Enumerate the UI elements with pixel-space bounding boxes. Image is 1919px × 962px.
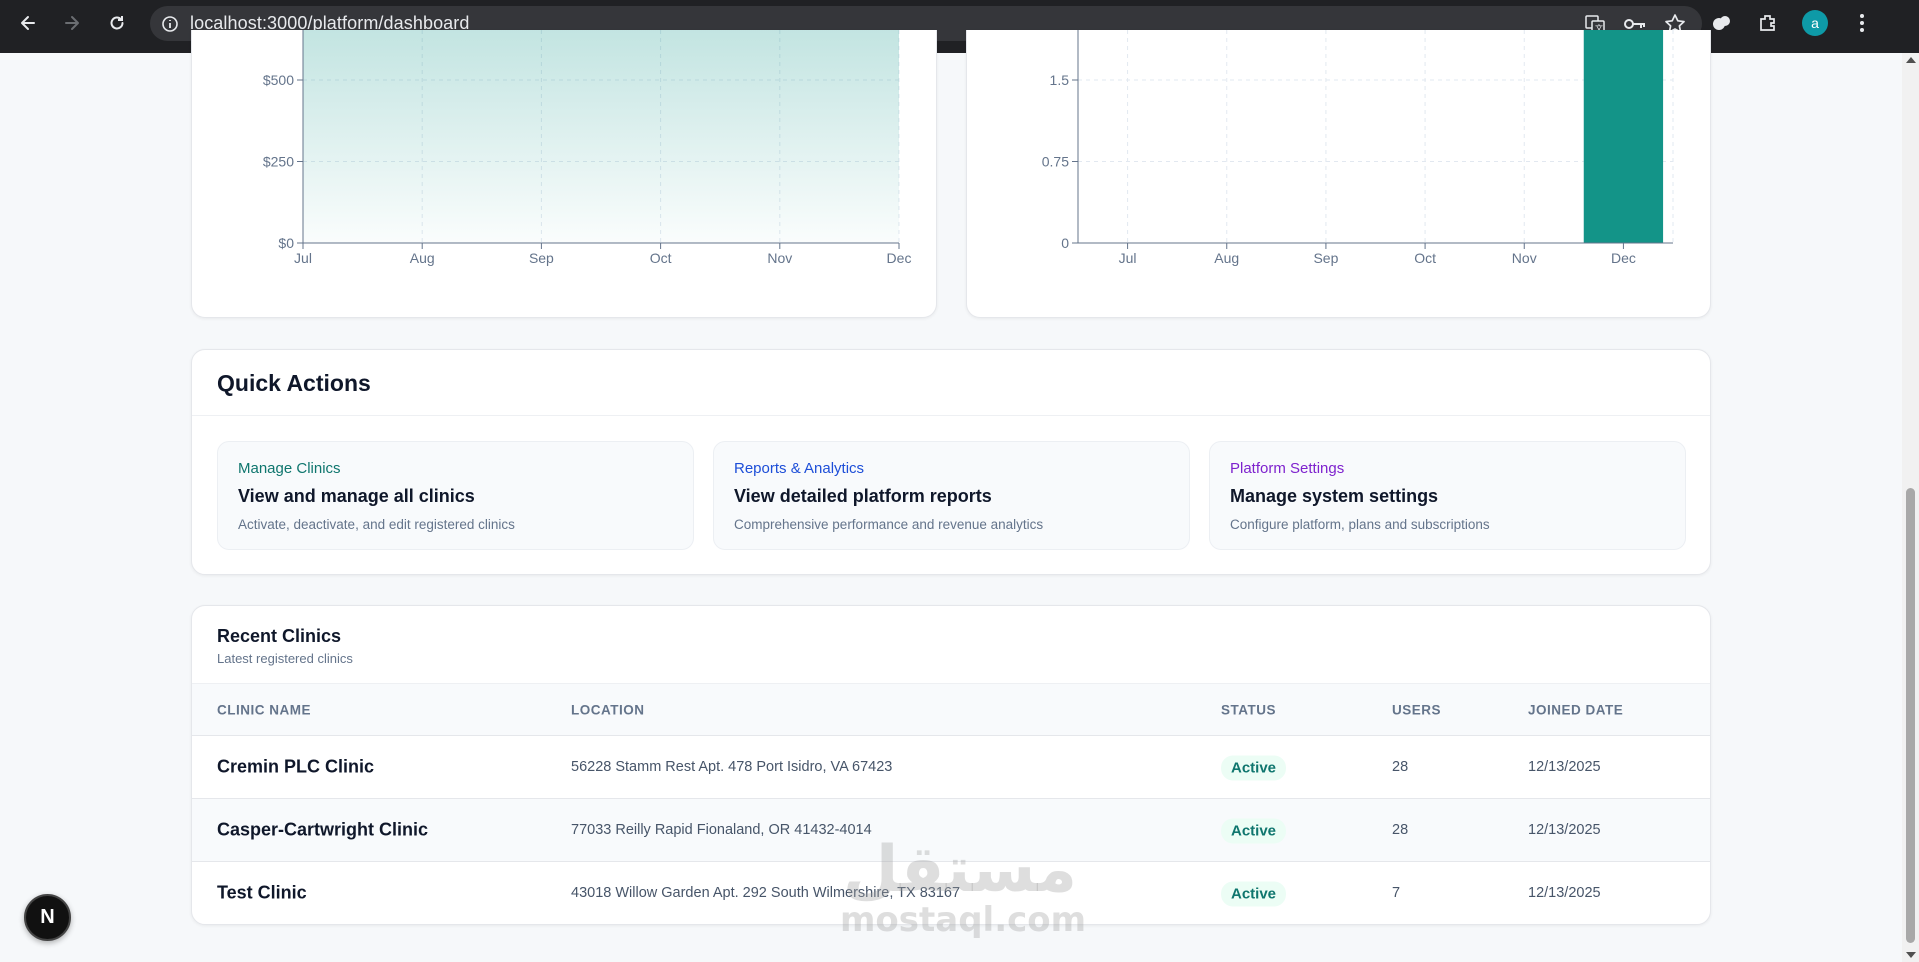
quick-action-category: Reports & Analytics (734, 460, 865, 477)
revenue-chart: $0 $250 $500 Jul Aug Sep Oct Nov Dec (263, 30, 912, 266)
y-tick-label: 0.75 (1042, 154, 1069, 170)
column-header-status: STATUS (1221, 702, 1276, 718)
table-row[interactable]: Casper-Cartwright Clinic 77033 Reilly Ra… (192, 798, 1710, 861)
recent-clinics-subtitle: Latest registered clinics (217, 651, 353, 666)
extension-puzzle-blob-icon[interactable] (1710, 11, 1734, 35)
status-badge: Active (1221, 818, 1287, 844)
site-info-icon[interactable] (150, 6, 190, 41)
x-tick-label: Dec (1611, 250, 1636, 266)
back-icon[interactable] (8, 3, 48, 43)
clinic-name: Casper-Cartwright Clinic (217, 819, 429, 840)
y-tick-label: 1.5 (1050, 72, 1070, 88)
status-badge: Active (1221, 755, 1287, 781)
quick-actions-title: Quick Actions (217, 370, 371, 396)
x-tick-label: Jul (294, 250, 312, 266)
quick-action-manage-clinics[interactable]: Manage Clinics View and manage all clini… (217, 441, 694, 550)
column-header-users: USERS (1392, 702, 1442, 718)
status-badge: Active (1221, 881, 1287, 907)
scrollbar-thumb[interactable] (1906, 488, 1915, 943)
clinic-location: 43018 Willow Garden Apt. 292 South Wilme… (571, 885, 961, 901)
table-row[interactable]: Test Clinic 43018 Willow Garden Apt. 292… (192, 861, 1710, 924)
quick-action-description: Activate, deactivate, and edit registere… (238, 517, 515, 532)
column-header-location: LOCATION (571, 702, 645, 718)
x-tick-label: Oct (1414, 250, 1436, 266)
quick-action-description: Configure platform, plans and subscripti… (1230, 517, 1490, 532)
x-tick-label: Dec (887, 250, 912, 266)
x-tick-label: Oct (650, 250, 672, 266)
x-tick-label: Sep (1313, 250, 1338, 266)
recent-clinics-title: Recent Clinics (217, 626, 342, 646)
x-tick-label: Nov (1512, 250, 1537, 266)
y-tick-label: $500 (263, 72, 294, 88)
quick-action-heading: View detailed platform reports (734, 486, 992, 506)
table-header: CLINIC NAME LOCATION STATUS USERS JOINED… (192, 683, 1710, 735)
page-scrollbar[interactable] (1902, 53, 1919, 962)
x-tick-label: Aug (1214, 250, 1239, 266)
quick-action-settings[interactable]: Platform Settings Manage system settings… (1209, 441, 1686, 550)
recent-clinics-card: Recent Clinics Latest registered clinics… (191, 605, 1711, 925)
x-tick-label: Jul (1119, 250, 1137, 266)
clinic-users: 7 (1392, 885, 1401, 901)
menu-kebab-icon[interactable] (1850, 11, 1874, 35)
revenue-chart-card: $0 $250 $500 Jul Aug Sep Oct Nov Dec (191, 30, 937, 318)
clinic-location: 56228 Stamm Rest Apt. 478 Port Isidro, V… (571, 759, 893, 775)
quick-action-category: Platform Settings (1230, 460, 1345, 477)
x-tick-label: Nov (767, 250, 792, 266)
profile-avatar[interactable]: a (1802, 10, 1828, 36)
revenue-area (303, 30, 899, 243)
quick-action-reports[interactable]: Reports & Analytics View detailed platfo… (713, 441, 1190, 550)
y-tick-label: 0 (1061, 235, 1069, 251)
quick-action-heading: Manage system settings (1230, 486, 1439, 506)
clinic-name: Test Clinic (217, 882, 307, 903)
clinics-chart-card: 0 0.75 1.5 Jul Aug Sep Oct Nov Dec (966, 30, 1711, 318)
clinic-joined-date: 12/13/2025 (1528, 759, 1601, 775)
reload-icon[interactable] (97, 3, 137, 43)
quick-action-description: Comprehensive performance and revenue an… (734, 517, 1044, 532)
y-tick-label: $250 (263, 154, 294, 170)
column-header-clinic-name: CLINIC NAME (217, 702, 311, 718)
extensions-icon[interactable] (1756, 11, 1780, 35)
bar (1583, 30, 1664, 243)
clinic-location: 77033 Reilly Rapid Fionaland, OR 41432-4… (571, 822, 872, 838)
scroll-up-arrow-icon[interactable] (1906, 57, 1916, 63)
quick-action-category: Manage Clinics (238, 460, 341, 477)
table-row[interactable]: Cremin PLC Clinic 56228 Stamm Rest Apt. … (192, 735, 1710, 798)
clinic-name: Cremin PLC Clinic (217, 756, 375, 777)
clinic-users: 28 (1392, 822, 1409, 838)
scroll-down-arrow-icon[interactable] (1906, 952, 1916, 958)
quick-actions-card: Quick Actions Manage Clinics View and ma… (191, 349, 1711, 575)
divider (192, 415, 1710, 416)
clinics-chart: 0 0.75 1.5 Jul Aug Sep Oct Nov Dec (1042, 30, 1674, 266)
column-header-joined-date: JOINED DATE (1528, 702, 1624, 718)
nextjs-dev-badge[interactable]: N (24, 894, 71, 941)
clinic-users: 28 (1392, 759, 1409, 775)
quick-action-heading: View and manage all clinics (238, 486, 475, 506)
y-tick-label: $0 (278, 235, 294, 251)
clinic-joined-date: 12/13/2025 (1528, 885, 1601, 901)
clinic-joined-date: 12/13/2025 (1528, 822, 1601, 838)
x-tick-label: Aug (410, 250, 435, 266)
x-tick-label: Sep (529, 250, 554, 266)
forward-icon[interactable] (52, 3, 92, 43)
